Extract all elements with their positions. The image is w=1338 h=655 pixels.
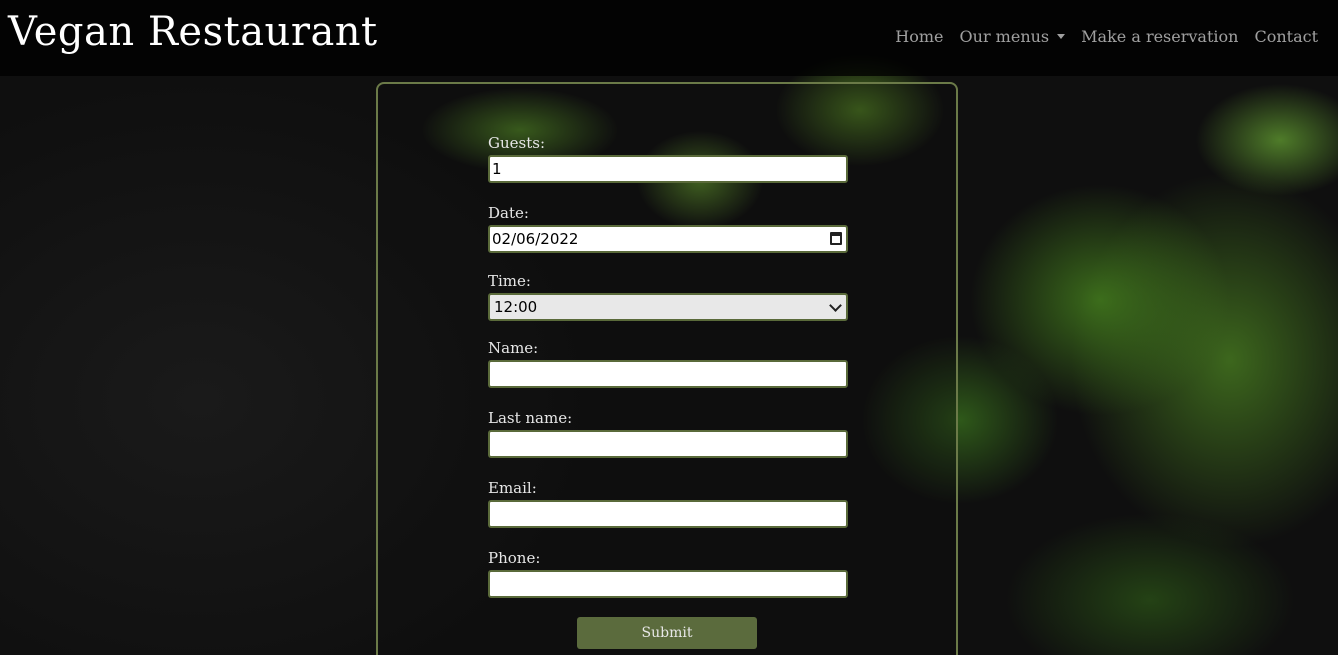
date-label: Date: [488,204,529,222]
last-name-label: Last name: [488,409,573,427]
last-name-input[interactable] [488,430,848,458]
phone-label: Phone: [488,549,541,567]
navbar: Vegan Restaurant Home Our menus Make a r… [0,0,1338,76]
calendar-icon[interactable] [830,232,842,245]
time-select[interactable]: 12:00 [488,293,848,321]
caret-down-icon [1057,33,1066,39]
email-input[interactable] [488,500,848,528]
email-label: Email: [488,479,537,497]
email-field: Email: [488,479,848,528]
phone-field: Phone: [488,549,848,598]
submit-button[interactable]: Submit [577,617,757,649]
time-value: 12:00 [494,298,538,316]
chevron-down-icon [829,298,842,312]
name-label: Name: [488,339,539,357]
nav-home[interactable]: Home [895,27,943,46]
guests-label: Guests: [488,134,545,152]
nav-make-reservation[interactable]: Make a reservation [1081,27,1238,46]
time-field: Time: 12:00 [488,272,848,321]
nav-contact[interactable]: Contact [1254,27,1318,46]
reservation-form: Guests: 1 Date: 02/06/2022 Time: 12:00 N… [376,82,958,655]
name-field: Name: [488,339,848,388]
guests-field: Guests: 1 [488,134,848,183]
nav-our-menus-dropdown[interactable]: Our menus [960,27,1066,46]
last-name-field: Last name: [488,409,848,458]
name-input[interactable] [488,360,848,388]
guests-input[interactable]: 1 [488,155,848,183]
nav-links: Home Our menus Make a reservation Contac… [895,27,1318,46]
phone-input[interactable] [488,570,848,598]
nav-our-menus-label: Our menus [959,26,1050,46]
date-field: Date: 02/06/2022 [488,204,848,253]
date-value: 02/06/2022 [492,230,579,248]
date-input[interactable]: 02/06/2022 [488,225,848,253]
brand-title[interactable]: Vegan Restaurant [8,9,378,55]
time-label: Time: [488,272,531,290]
